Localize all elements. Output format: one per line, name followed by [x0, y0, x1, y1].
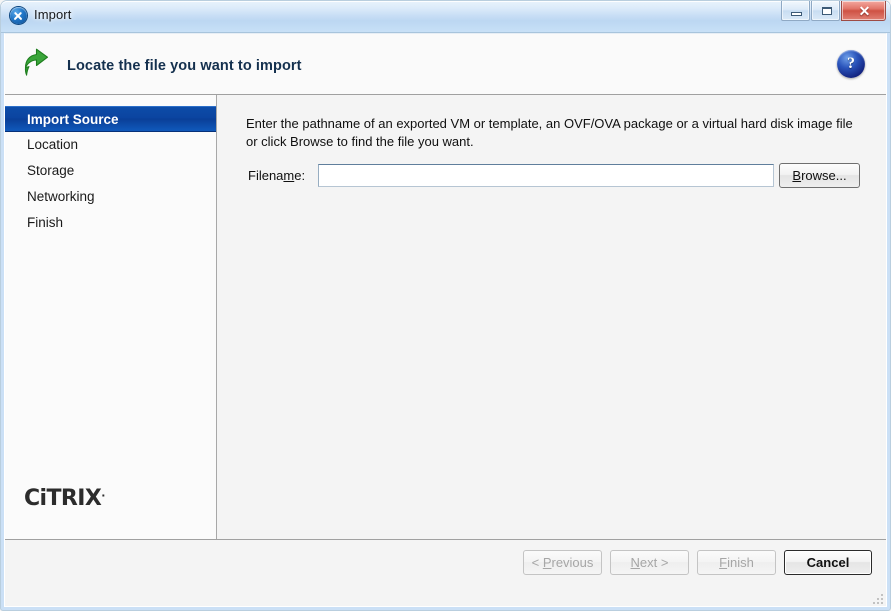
filename-input[interactable]: [318, 164, 774, 187]
close-button[interactable]: ✕: [841, 1, 886, 21]
maximize-icon: [822, 7, 832, 15]
next-accel: N: [630, 555, 640, 570]
browse-accel: B: [792, 168, 802, 183]
green-back-arrow-icon: [22, 48, 56, 80]
xencenter-circle-x-icon: [10, 7, 27, 24]
window-controls: ✕: [780, 1, 886, 21]
minimize-icon: [791, 12, 802, 16]
filename-label-post: e:: [294, 168, 306, 183]
citrix-logo-tm: .: [101, 486, 106, 500]
maximize-button[interactable]: [811, 1, 840, 21]
step-label: Location: [27, 137, 79, 152]
resize-grip[interactable]: [871, 592, 883, 604]
sidebar-item-networking[interactable]: Networking: [5, 184, 216, 210]
wizard-steps-sidebar: Import Source Location Storage Networkin…: [5, 95, 217, 539]
footer-button-row: < Previous Next > Finish Cancel: [523, 550, 872, 575]
wizard-footer: < Previous Next > Finish Cancel: [5, 539, 886, 606]
sidebar-item-import-source[interactable]: Import Source: [5, 106, 216, 132]
next-button[interactable]: Next >: [610, 550, 689, 575]
previous-label: revious: [551, 555, 594, 570]
minimize-button[interactable]: [781, 1, 810, 21]
wizard-header: Locate the file you want to import ?: [5, 34, 886, 95]
previous-prefix: <: [531, 555, 543, 570]
close-icon: ✕: [858, 3, 871, 19]
filename-label-pre: Filena: [248, 168, 284, 183]
step-label: Networking: [27, 189, 95, 204]
window-title: Import: [34, 7, 72, 22]
page-title: Locate the file you want to import: [67, 58, 302, 74]
filename-row: Filename: Browse...: [217, 163, 886, 188]
filename-label-accel: m: [283, 168, 295, 183]
finish-label: inish: [727, 555, 754, 570]
step-label: Finish: [27, 215, 64, 230]
client-area: Locate the file you want to import ? Imp…: [4, 33, 887, 607]
title-bar: Import ✕: [0, 0, 891, 33]
question-mark-icon: ?: [847, 55, 855, 72]
filename-label: Filename:: [248, 168, 305, 183]
help-button[interactable]: ?: [837, 50, 865, 78]
finish-button[interactable]: Finish: [697, 550, 776, 575]
finish-accel: F: [719, 555, 728, 570]
cancel-label: Cancel: [806, 555, 850, 570]
previous-button[interactable]: < Previous: [523, 550, 602, 575]
sidebar-item-location[interactable]: Location: [5, 132, 216, 158]
instruction-text: Enter the pathname of an exported VM or …: [246, 116, 853, 149]
content-pane: Enter the pathname of an exported VM or …: [217, 95, 886, 539]
sidebar-item-storage[interactable]: Storage: [5, 158, 216, 184]
browse-label: rowse...: [801, 168, 847, 183]
sidebar-item-finish[interactable]: Finish: [5, 210, 216, 236]
step-label: Storage: [27, 163, 75, 178]
steps-list: Import Source Location Storage Networkin…: [5, 106, 216, 236]
next-label: ext >: [639, 555, 669, 570]
cancel-button[interactable]: Cancel: [784, 550, 872, 575]
browse-button[interactable]: Browse...: [779, 163, 860, 188]
citrix-logo-text: CiTRIX: [24, 486, 102, 511]
citrix-logo: CiTRIX.: [24, 486, 105, 511]
import-wizard-window: Import ✕ Locate the file you want to imp: [0, 0, 891, 611]
step-label: Import Source: [27, 112, 119, 127]
